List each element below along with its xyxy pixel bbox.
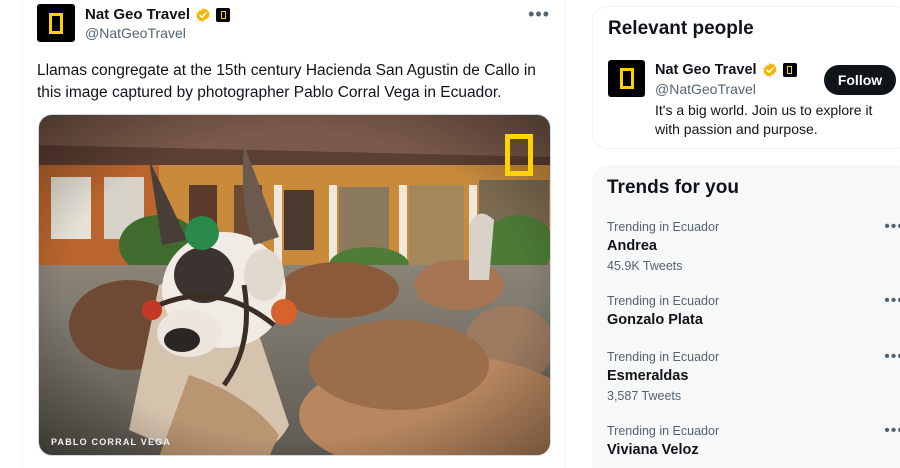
more-options-icon[interactable]: ••• xyxy=(884,348,900,366)
more-options-icon[interactable]: ••• xyxy=(884,292,900,310)
affiliate-badge-icon xyxy=(782,63,797,77)
trend-item[interactable]: Trending in Ecuador Gonzalo Plata ••• xyxy=(607,292,900,328)
relevant-people-card: Relevant people Nat Geo Travel @NatGeoTr… xyxy=(592,6,900,149)
relevant-person-bio: It's a big world. Join us to explore it … xyxy=(655,102,873,137)
more-options-icon[interactable]: ••• xyxy=(884,218,900,236)
trend-context: Trending in Ecuador xyxy=(607,350,720,364)
tweet: Nat Geo Travel @NatGeoTravel ••• Llamas … xyxy=(22,0,565,468)
trend-name: Gonzalo Plata xyxy=(607,312,703,328)
trend-item[interactable]: Trending in Ecuador Viviana Veloz ••• xyxy=(607,422,900,458)
photo-credit: PABLO CORRAL VEGA xyxy=(51,437,172,447)
trend-name: Andrea xyxy=(607,238,657,254)
nat-geo-logo-icon xyxy=(49,12,63,34)
trends-card: Trends for you Trending in Ecuador Andre… xyxy=(592,165,900,468)
more-options-icon[interactable]: ••• xyxy=(884,422,900,440)
trend-context: Trending in Ecuador xyxy=(607,424,720,438)
affiliate-badge-icon xyxy=(216,7,231,22)
relevant-person-handle[interactable]: @NatGeoTravel xyxy=(655,81,756,97)
relevant-person-name[interactable]: Nat Geo Travel xyxy=(655,62,757,78)
relevant-people-title: Relevant people xyxy=(608,18,754,39)
relevant-person-avatar[interactable] xyxy=(608,60,645,97)
trend-count: 45.9K Tweets xyxy=(607,259,683,273)
tweet-media[interactable]: PABLO CORRAL VEGA xyxy=(38,114,551,456)
llamas-photo xyxy=(39,115,550,455)
author-name-row: Nat Geo Travel xyxy=(85,6,231,23)
nat-geo-logo-icon xyxy=(619,68,634,89)
verified-badge-icon xyxy=(196,7,210,22)
trend-item[interactable]: Trending in Ecuador Andrea 45.9K Tweets … xyxy=(607,218,900,273)
more-options-icon[interactable]: ••• xyxy=(528,4,550,25)
trend-item[interactable]: Trending in Ecuador Esmeraldas 3,587 Twe… xyxy=(607,348,900,403)
follow-button[interactable]: Follow xyxy=(824,65,896,95)
nat-geo-watermark-icon xyxy=(505,134,533,176)
author-name[interactable]: Nat Geo Travel xyxy=(85,6,190,23)
trend-name: Esmeraldas xyxy=(607,368,689,384)
trend-context: Trending in Ecuador xyxy=(607,294,720,308)
trends-title: Trends for you xyxy=(607,177,739,198)
trend-count: 3,587 Tweets xyxy=(607,389,682,403)
tweet-text: Llamas congregate at the 15th century Ha… xyxy=(37,62,536,101)
verified-badge-icon xyxy=(762,63,777,77)
author-avatar[interactable] xyxy=(37,4,75,42)
trend-context: Trending in Ecuador xyxy=(607,220,720,234)
author-handle[interactable]: @NatGeoTravel xyxy=(85,25,186,41)
trend-name: Viviana Veloz xyxy=(607,442,699,458)
relevant-person-name-row: Nat Geo Travel xyxy=(655,62,797,78)
